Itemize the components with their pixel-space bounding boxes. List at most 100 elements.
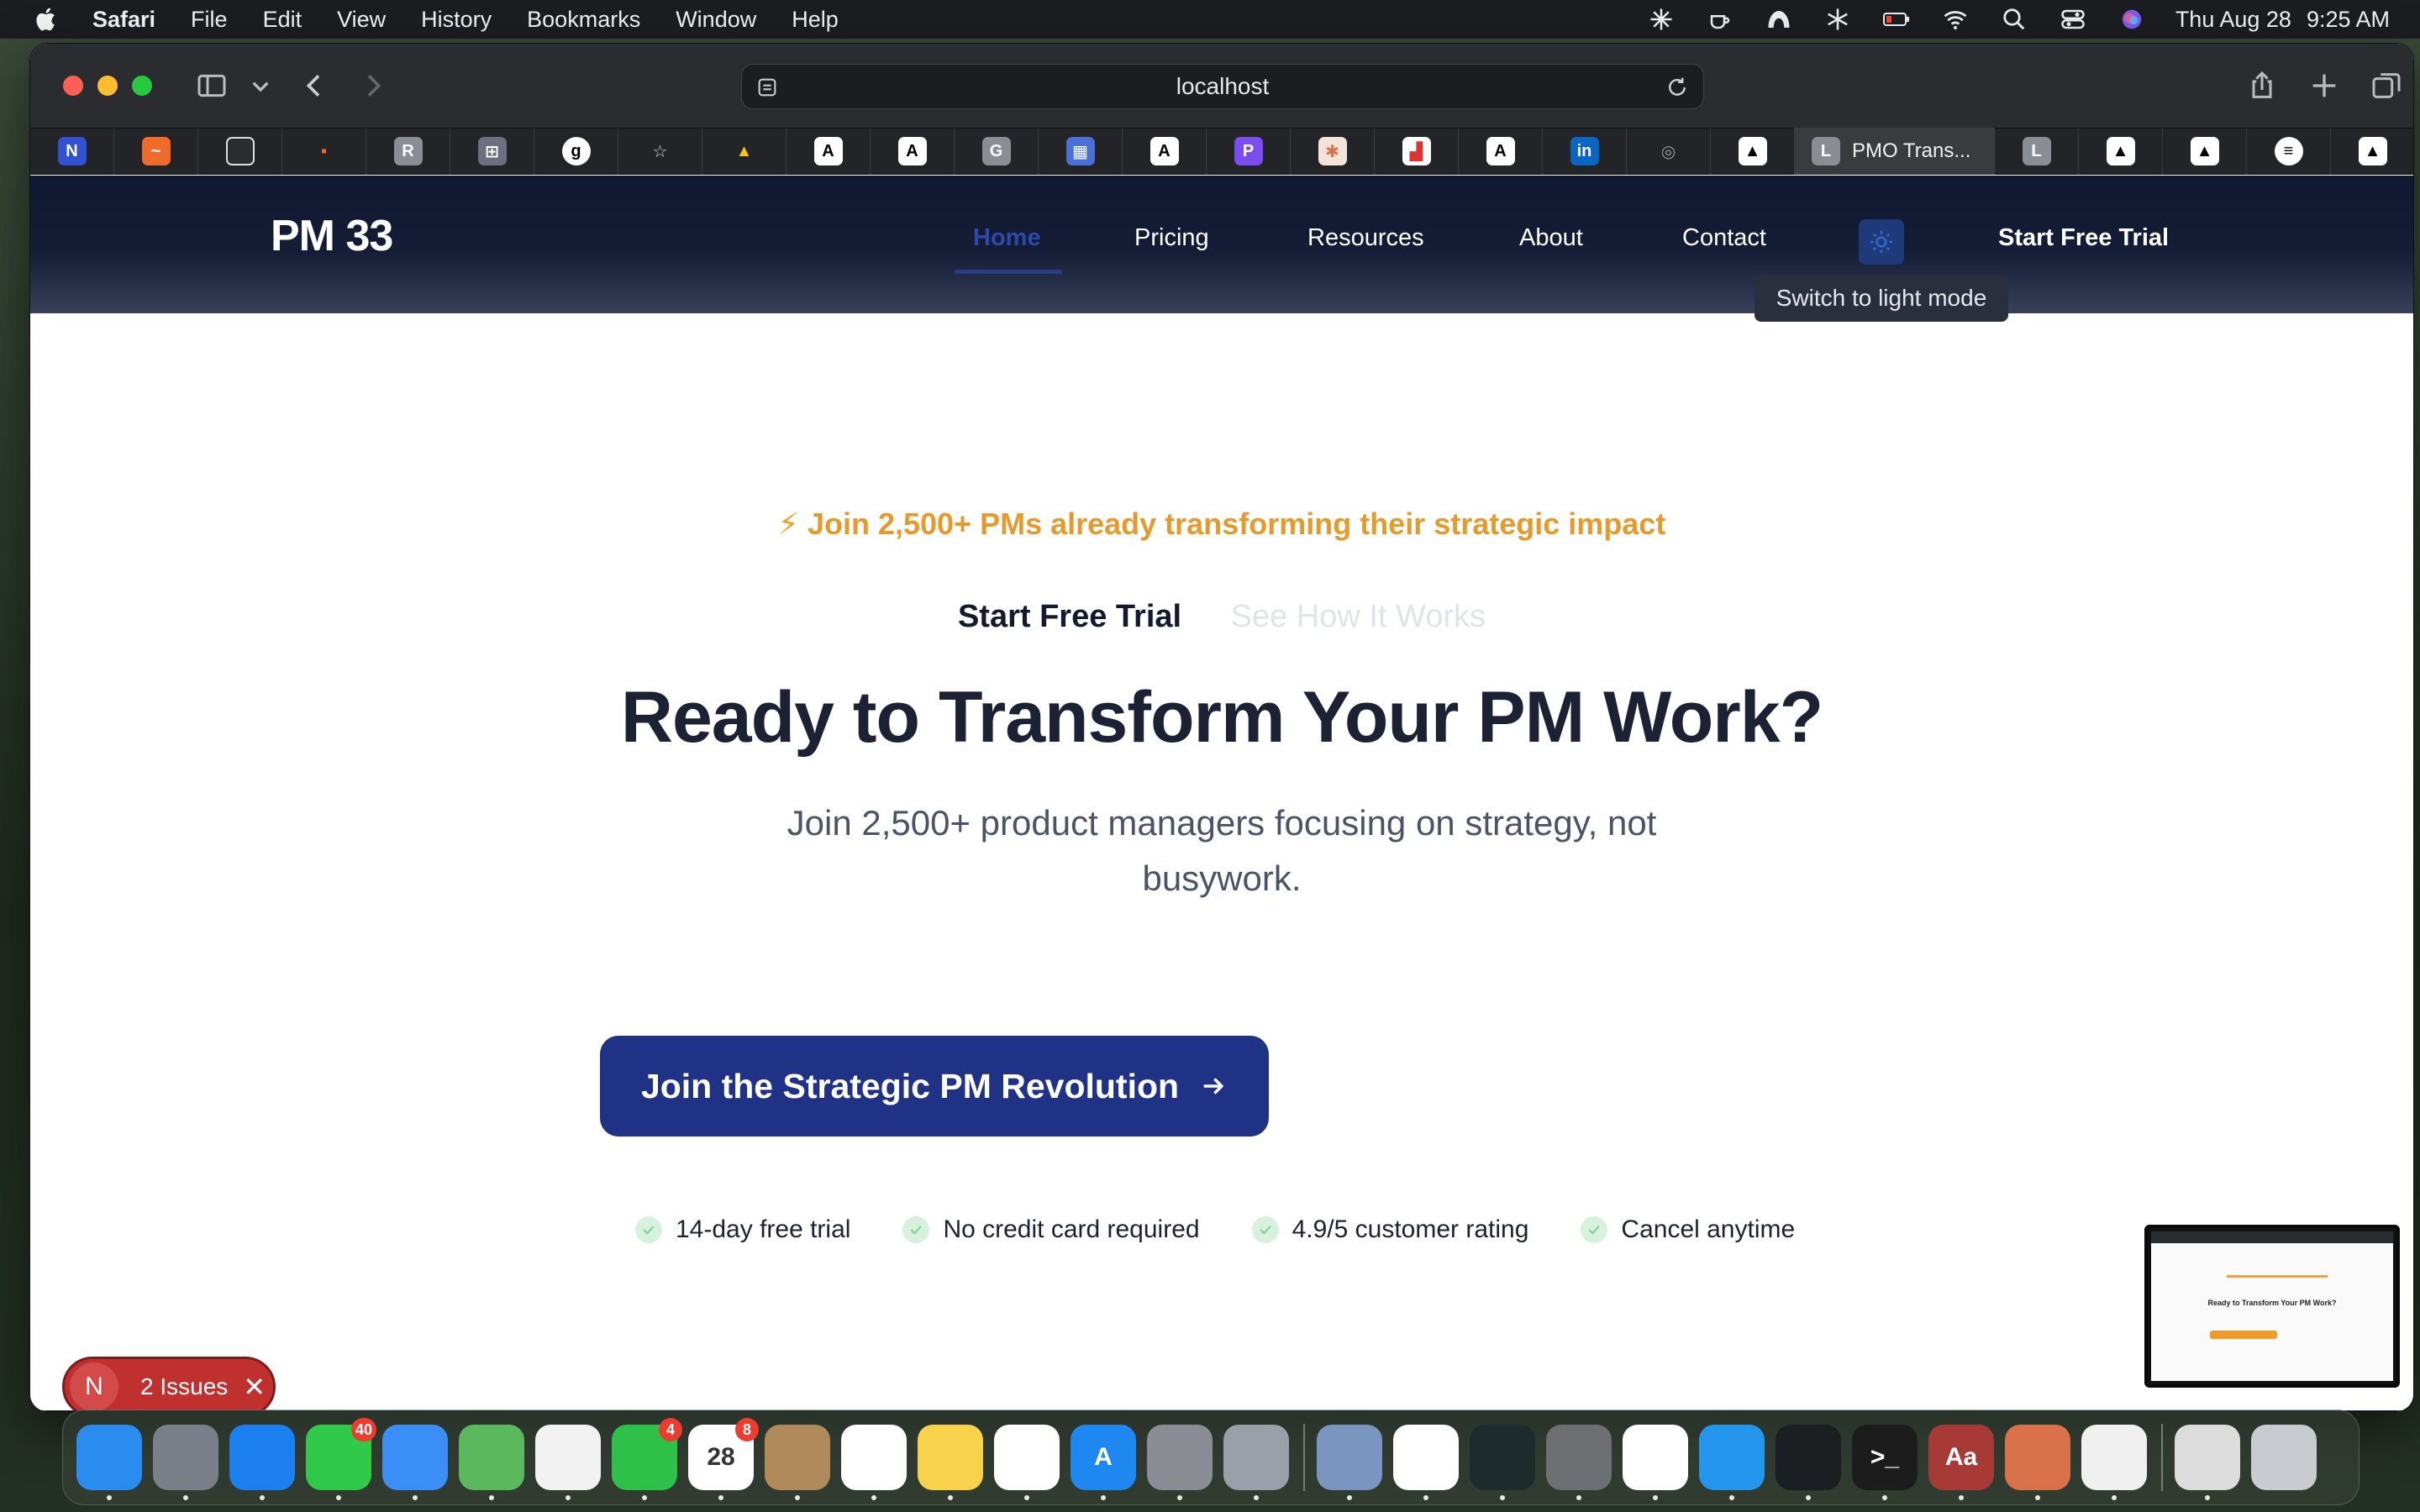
wifi-icon[interactable] (1940, 7, 1970, 32)
nav-contact[interactable]: Contact (1682, 224, 1766, 252)
dock-perplexity-icon[interactable] (1470, 1425, 1535, 1500)
reload-icon[interactable] (1665, 75, 1690, 100)
menu-help[interactable]: Help (792, 7, 839, 33)
pinned-tab[interactable]: in (1543, 128, 1627, 175)
pinned-tab[interactable]: ▲ (1711, 128, 1795, 175)
pinned-tab[interactable]: ▲ (2331, 128, 2413, 175)
pinned-tab[interactable]: A (1123, 128, 1207, 175)
dock-activity-monitor-icon[interactable] (1776, 1425, 1841, 1500)
pinned-tab[interactable]: g (534, 128, 618, 175)
pinned-tab[interactable]: ▟ (1375, 128, 1459, 175)
search-icon[interactable] (1999, 7, 2029, 32)
pinned-tab[interactable]: ≡ (2247, 128, 2331, 175)
snowflake-icon[interactable] (1823, 7, 1853, 32)
pinned-tab[interactable]: ▲ (2163, 128, 2247, 175)
screenshot-thumbnail[interactable]: Ready to Transform Your PM Work? (2144, 1225, 2400, 1388)
sidebar-toggle-icon[interactable] (192, 66, 232, 106)
pinned-tab[interactable]: A (1459, 128, 1543, 175)
sparkle-icon[interactable] (1646, 7, 1676, 32)
dock-contacts-icon[interactable] (765, 1425, 830, 1500)
pinned-tab[interactable]: ▦ (1039, 128, 1123, 175)
dock-textedit-icon[interactable] (2081, 1425, 2147, 1500)
pinned-tab[interactable]: A (871, 128, 955, 175)
menu-bookmarks[interactable]: Bookmarks (527, 7, 640, 33)
pinned-tab[interactable]: L (1995, 128, 2079, 175)
dock-maps-icon[interactable] (459, 1425, 524, 1500)
share-icon[interactable] (2242, 66, 2282, 106)
close-window-button[interactable] (63, 76, 83, 96)
theme-toggle-button[interactable] (1859, 219, 1904, 265)
dock-claude-icon[interactable] (2005, 1425, 2070, 1500)
dock-preview-icon[interactable] (1317, 1425, 1382, 1500)
menu-view[interactable]: View (337, 7, 386, 33)
pinned-tab[interactable]: A (786, 128, 871, 175)
nav-start-trial-button[interactable]: Start Free Trial (1998, 224, 2169, 252)
pinned-tab[interactable]: R (366, 128, 450, 175)
dock-chrome-icon[interactable] (1393, 1425, 1459, 1500)
dock-finder-icon[interactable] (76, 1425, 142, 1500)
forward-icon[interactable] (353, 66, 393, 106)
dock-photos-icon[interactable] (535, 1425, 601, 1500)
dock-mail-icon[interactable] (382, 1425, 448, 1500)
menu-app-name[interactable]: Safari (92, 7, 155, 33)
nav-home[interactable]: Home (973, 224, 1041, 252)
join-revolution-button[interactable]: Join the Strategic PM Revolution (600, 1036, 1269, 1137)
minimize-window-button[interactable] (97, 76, 118, 96)
start-trial-link[interactable]: Start Free Trial (958, 599, 1181, 634)
siri-icon[interactable] (2117, 7, 2147, 32)
dock-messages-icon[interactable]: 40 (306, 1418, 376, 1500)
dock-dictionary-icon[interactable]: Aa (1928, 1425, 1994, 1500)
nav-pricing[interactable]: Pricing (1134, 224, 1209, 252)
dock-facetime-icon[interactable]: 4 (612, 1418, 682, 1500)
pinned-tab[interactable]: ▪ (282, 128, 366, 175)
tab-active[interactable]: L PMO Trans... (1795, 128, 1995, 175)
dock-reminders-icon[interactable] (841, 1425, 907, 1500)
chevron-down-icon[interactable] (240, 66, 281, 106)
menu-history[interactable]: History (421, 7, 492, 33)
dock-docker-icon[interactable] (1699, 1425, 1765, 1500)
pinned-tab[interactable]: ▲ (702, 128, 786, 175)
battery-icon[interactable] (1881, 7, 1912, 32)
menu-edit[interactable]: Edit (263, 7, 302, 33)
tab-overview-icon[interactable] (2366, 66, 2407, 106)
menu-file[interactable]: File (191, 7, 228, 33)
dock-files-icon[interactable] (2175, 1425, 2240, 1500)
menu-window[interactable]: Window (676, 7, 756, 33)
new-tab-icon[interactable] (2304, 66, 2344, 106)
address-bar[interactable]: localhost (741, 64, 1704, 109)
dock-arc-icon[interactable] (1623, 1425, 1688, 1500)
dock-calendar-icon[interactable]: 28 8 (688, 1418, 759, 1500)
close-icon[interactable]: ✕ (243, 1371, 266, 1403)
dock-trash-icon[interactable] (2251, 1425, 2317, 1490)
dock-app-store-icon[interactable]: A (1071, 1425, 1136, 1500)
zoom-window-button[interactable] (132, 76, 152, 96)
apple-icon[interactable] (34, 6, 60, 33)
dock-iphone-mirroring-icon[interactable] (1223, 1425, 1289, 1500)
coffee-icon[interactable] (1705, 7, 1735, 32)
pinned-tab[interactable]: ▲ (2079, 128, 2163, 175)
dock-freeform-icon[interactable] (994, 1425, 1060, 1500)
dock-system-settings-icon[interactable] (1147, 1425, 1213, 1500)
site-logo[interactable]: PM 33 (271, 211, 393, 261)
pinned-tab[interactable]: G (955, 128, 1039, 175)
pinned-tab[interactable]: P (1207, 128, 1291, 175)
dock-launchpad-icon[interactable] (153, 1425, 218, 1500)
dock-calculator-icon[interactable] (1546, 1425, 1612, 1500)
back-icon[interactable] (294, 66, 334, 106)
pinned-tab[interactable] (198, 128, 282, 175)
nav-resources[interactable]: Resources (1307, 224, 1424, 252)
how-it-works-link[interactable]: See How It Works (1231, 599, 1486, 634)
pinned-tab[interactable]: ~ (114, 128, 198, 175)
menu-clock[interactable]: Thu Aug 28 9:25 AM (2175, 7, 2390, 33)
pinned-tab[interactable]: ✱ (1291, 128, 1375, 175)
control-center-icon[interactable] (2058, 7, 2088, 32)
pinned-tab[interactable]: ◎ (1627, 128, 1711, 175)
pinned-tab[interactable]: ⊞ (450, 128, 534, 175)
dock-terminal-icon[interactable]: >_ (1852, 1425, 1918, 1500)
arch-icon[interactable] (1764, 7, 1794, 32)
dock-safari-icon[interactable] (229, 1425, 295, 1500)
pinned-tab[interactable]: ☆ (618, 128, 702, 175)
pinned-tab[interactable]: N (30, 128, 114, 175)
nav-about[interactable]: About (1519, 224, 1583, 252)
dev-issues-indicator[interactable]: N 2 Issues ✕ (62, 1357, 276, 1411)
